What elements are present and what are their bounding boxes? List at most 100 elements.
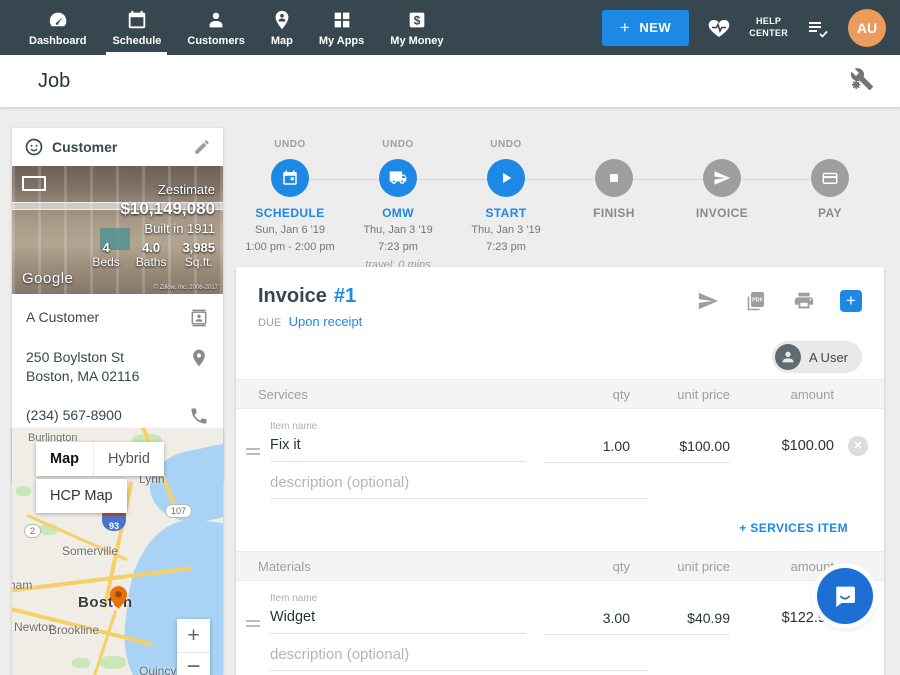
services-title: Services — [258, 387, 544, 402]
invoice-step-button[interactable] — [703, 159, 741, 197]
zoom-out-button[interactable]: − — [177, 653, 210, 675]
property-street-view-photo: Zestimate $10,149,080 Built in 1911 4 Be… — [12, 166, 223, 294]
nav-item-my-money[interactable]: $ My Money — [377, 0, 456, 55]
timeline-step-finish: FINISH — [560, 139, 668, 272]
edit-pencil-icon[interactable] — [193, 138, 211, 156]
service-item-row: Item name $100.00 ✕ — [236, 409, 884, 463]
amount-column-header: amount — [730, 559, 834, 574]
zoom-in-button[interactable]: + — [177, 619, 210, 653]
chat-bubble-button[interactable] — [817, 568, 873, 624]
step-label: FINISH — [560, 206, 668, 220]
hybrid-button[interactable]: Hybrid — [93, 442, 164, 476]
material-description-row — [236, 635, 884, 671]
drag-handle-icon[interactable] — [246, 593, 270, 630]
map-label-quincy: Quincy — [139, 664, 176, 675]
due-value-link[interactable]: Upon receipt — [289, 314, 363, 329]
service-description-input[interactable] — [270, 471, 648, 499]
phone-icon[interactable] — [189, 406, 209, 426]
pano-frame-icon[interactable] — [22, 176, 46, 191]
content-area: Customer Zestimate $10,149,080 Built in … — [0, 107, 900, 675]
assigned-user-name: A User — [809, 350, 848, 365]
new-button-label: NEW — [639, 20, 671, 35]
new-button[interactable]: + NEW — [602, 10, 689, 46]
map-water — [167, 548, 193, 564]
undo-placeholder — [776, 139, 884, 152]
unit-price-column-header: unit price — [630, 387, 730, 402]
help-line1: HELP — [749, 16, 788, 27]
stat-label: Beds — [92, 255, 119, 269]
nav-label: My Apps — [319, 35, 364, 47]
service-qty-input[interactable] — [544, 433, 630, 463]
hcp-map-button[interactable]: HCP Map — [36, 479, 127, 513]
undo-link[interactable]: UNDO — [344, 139, 452, 152]
invoice-header: Invoice #1 DUE Upon receipt PDF + — [236, 267, 884, 339]
send-invoice-icon[interactable] — [696, 290, 720, 312]
finish-step-button[interactable] — [595, 159, 633, 197]
job-location-pin-icon — [110, 586, 127, 614]
map-button[interactable]: Map — [36, 442, 93, 476]
location-pin-icon[interactable] — [189, 348, 209, 368]
material-qty-input[interactable] — [544, 605, 630, 635]
unit-price-column-header: unit price — [630, 559, 730, 574]
stat-value: 3,985 — [182, 240, 215, 255]
google-watermark: Google — [22, 270, 73, 287]
material-description-input[interactable] — [270, 643, 648, 671]
user-avatar[interactable]: AU — [848, 9, 886, 47]
add-services-item-link[interactable]: + SERVICES ITEM — [739, 521, 848, 535]
page-title: Job — [38, 70, 70, 93]
help-line2: CENTER — [749, 28, 788, 39]
undo-link[interactable]: UNDO — [452, 139, 560, 152]
qty-column-header: qty — [544, 559, 630, 574]
schedule-step-button[interactable] — [271, 159, 309, 197]
timeline-step-pay: PAY — [776, 139, 884, 272]
material-unit-price-input[interactable] — [630, 605, 730, 635]
add-materials-row: + MATERIALS ITEM — [236, 671, 884, 675]
map-canvas[interactable]: 2 107 93 Burlington Lynn Somerville ham … — [12, 428, 223, 675]
drag-handle-icon[interactable] — [246, 421, 270, 458]
pay-step-button[interactable] — [811, 159, 849, 197]
map-park — [16, 486, 31, 496]
stat-beds: 4 Beds — [92, 240, 119, 269]
pdf-icon[interactable]: PDF — [744, 289, 768, 313]
step-label: INVOICE — [668, 206, 776, 220]
add-services-row: + SERVICES ITEM — [236, 499, 884, 551]
nav-item-my-apps[interactable]: My Apps — [306, 0, 377, 55]
service-unit-price-input[interactable] — [630, 433, 730, 463]
job-timeline: UNDO SCHEDULE Sun, Jan 6 '19 1:00 pm - 2… — [236, 139, 884, 272]
nav-item-map[interactable]: Map — [258, 0, 306, 55]
start-step-button[interactable] — [487, 159, 525, 197]
nav-item-customers[interactable]: Customers — [174, 0, 257, 55]
address-line1: 250 Boylston St — [26, 349, 124, 365]
job-tools-icon[interactable] — [850, 67, 874, 96]
material-item-name-input[interactable] — [270, 604, 526, 634]
contact-card-icon[interactable] — [189, 308, 209, 328]
close-cell: ✕ — [834, 421, 868, 456]
help-center-link[interactable]: HELP CENTER — [749, 16, 788, 39]
customers-person-icon — [205, 9, 227, 31]
assigned-user-chip[interactable]: A User — [772, 341, 862, 373]
delete-item-icon[interactable]: ✕ — [848, 436, 868, 456]
map-label-waltham: ham — [12, 578, 32, 592]
nav-item-dashboard[interactable]: Dashboard — [16, 0, 99, 55]
item-name-wrap: Item name — [270, 593, 526, 634]
task-list-check-icon[interactable] — [805, 16, 831, 40]
page-bar: Job — [0, 55, 900, 107]
service-item-name-input[interactable] — [270, 432, 526, 462]
add-invoice-item-button[interactable]: + — [840, 290, 862, 312]
nav-label: Map — [271, 35, 293, 47]
stat-label: Sq.ft. — [182, 255, 215, 269]
undo-link[interactable]: UNDO — [236, 139, 344, 152]
service-description-row — [236, 463, 884, 499]
undo-placeholder — [668, 139, 776, 152]
assigned-user-row: A User — [236, 339, 884, 379]
print-icon[interactable] — [792, 290, 816, 312]
stat-value: 4.0 — [136, 240, 167, 255]
top-nav: Dashboard Schedule Customers Map My Apps… — [0, 0, 900, 55]
item-name-label: Item name — [270, 421, 526, 432]
invoice-number: #1 — [334, 285, 356, 308]
nav-item-schedule[interactable]: Schedule — [99, 0, 174, 55]
stat-sqft: 3,985 Sq.ft. — [182, 240, 215, 269]
omw-step-button[interactable] — [379, 159, 417, 197]
stop-icon — [606, 170, 622, 186]
health-heart-icon[interactable] — [706, 16, 732, 40]
